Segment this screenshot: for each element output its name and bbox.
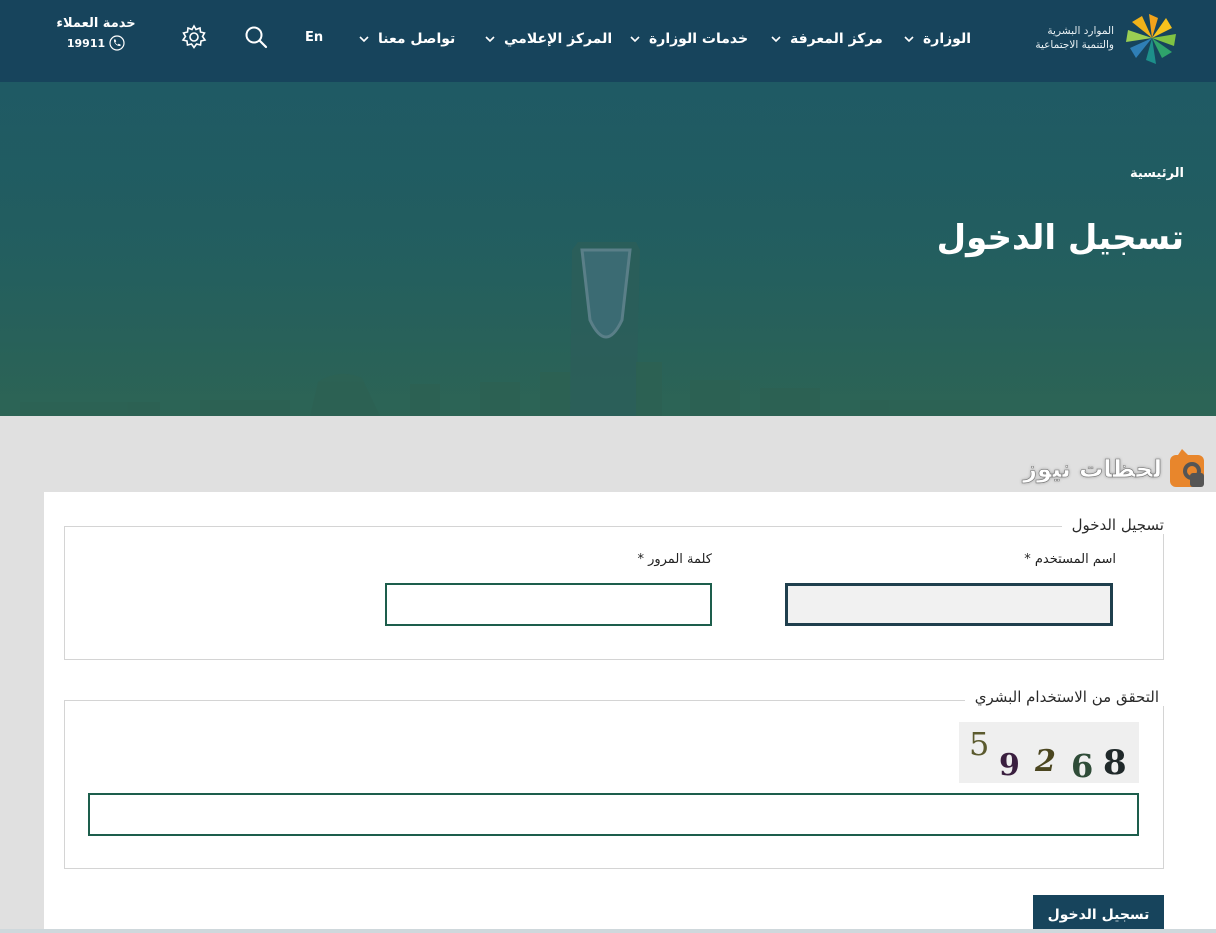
logo-text: الموارد البشرية والتنمية الاجتماعية [1014,24,1114,52]
top-navigation-bar: الموارد البشرية والتنمية الاجتماعية الوز… [0,0,1216,82]
breadcrumb-home[interactable]: الرئيسية [1130,166,1184,181]
logo-line-2: والتنمية الاجتماعية [1035,39,1114,51]
chevron-down-icon [771,36,781,43]
password-field[interactable] [385,583,712,626]
bottom-divider [0,929,1216,933]
watermark-text: لحظات نيوز [1023,455,1162,484]
captcha-digit: 5 [969,725,989,763]
nav-label: خدمات الوزارة [649,31,749,47]
captcha-digit: 2 [1034,744,1056,779]
hero-banner: الرئيسية تسجيل الدخول [0,82,1216,416]
nav-item-ministry-services[interactable]: خدمات الوزارة [629,28,748,50]
phone-icon [109,35,125,51]
captcha-digit: 6 [1071,747,1093,783]
nav-label: مركز المعرفة [790,31,883,47]
language-switch[interactable]: En [305,30,323,45]
captcha-image: 5 9 2 6 8 [959,722,1139,783]
nav-label: المركز الإعلامي [504,31,613,47]
login-submit-button[interactable]: تسجيل الدخول [1033,895,1164,933]
customer-service-number: 19911 [66,36,106,50]
username-label: اسم المستخدم * [1024,552,1116,567]
nav-label: تواصل معنا [378,31,456,47]
page-title: تسجيل الدخول [936,218,1184,258]
ministry-logo[interactable]: الموارد البشرية والتنمية الاجتماعية [1016,12,1186,68]
chevron-down-icon [630,36,640,43]
nav-item-knowledge-center[interactable]: مركز المعرفة [770,28,883,50]
search-icon[interactable] [243,24,269,50]
captcha-digit: 8 [1103,743,1127,783]
password-label: كلمة المرور * [637,552,712,567]
captcha-input[interactable] [88,793,1139,836]
nav-label: الوزارة [923,31,972,47]
chevron-down-icon [359,36,369,43]
chevron-down-icon [485,36,495,43]
logo-star-icon [1126,14,1176,64]
nav-item-media-center[interactable]: المركز الإعلامي [484,28,612,50]
customer-service-label: خدمة العملاء [56,16,136,31]
captcha-digit: 9 [999,748,1020,783]
gear-icon[interactable] [181,24,207,50]
watermark-logo-icon [1170,449,1204,487]
nav-item-contact-us[interactable]: تواصل معنا [358,28,455,50]
watermark: لحظات نيوز [1023,446,1210,492]
logo-line-1: الموارد البشرية [1047,25,1114,37]
login-legend: تسجيل الدخول [1061,516,1174,534]
customer-service[interactable]: خدمة العملاء 19911 [56,16,136,51]
chevron-down-icon [904,36,914,43]
nav-item-ministry[interactable]: الوزارة [903,28,971,50]
username-field[interactable] [785,583,1113,626]
login-card: تسجيل الدخول اسم المستخدم * كلمة المرور … [44,492,1216,933]
captcha-legend: التحقق من الاستخدام البشري [964,688,1169,706]
